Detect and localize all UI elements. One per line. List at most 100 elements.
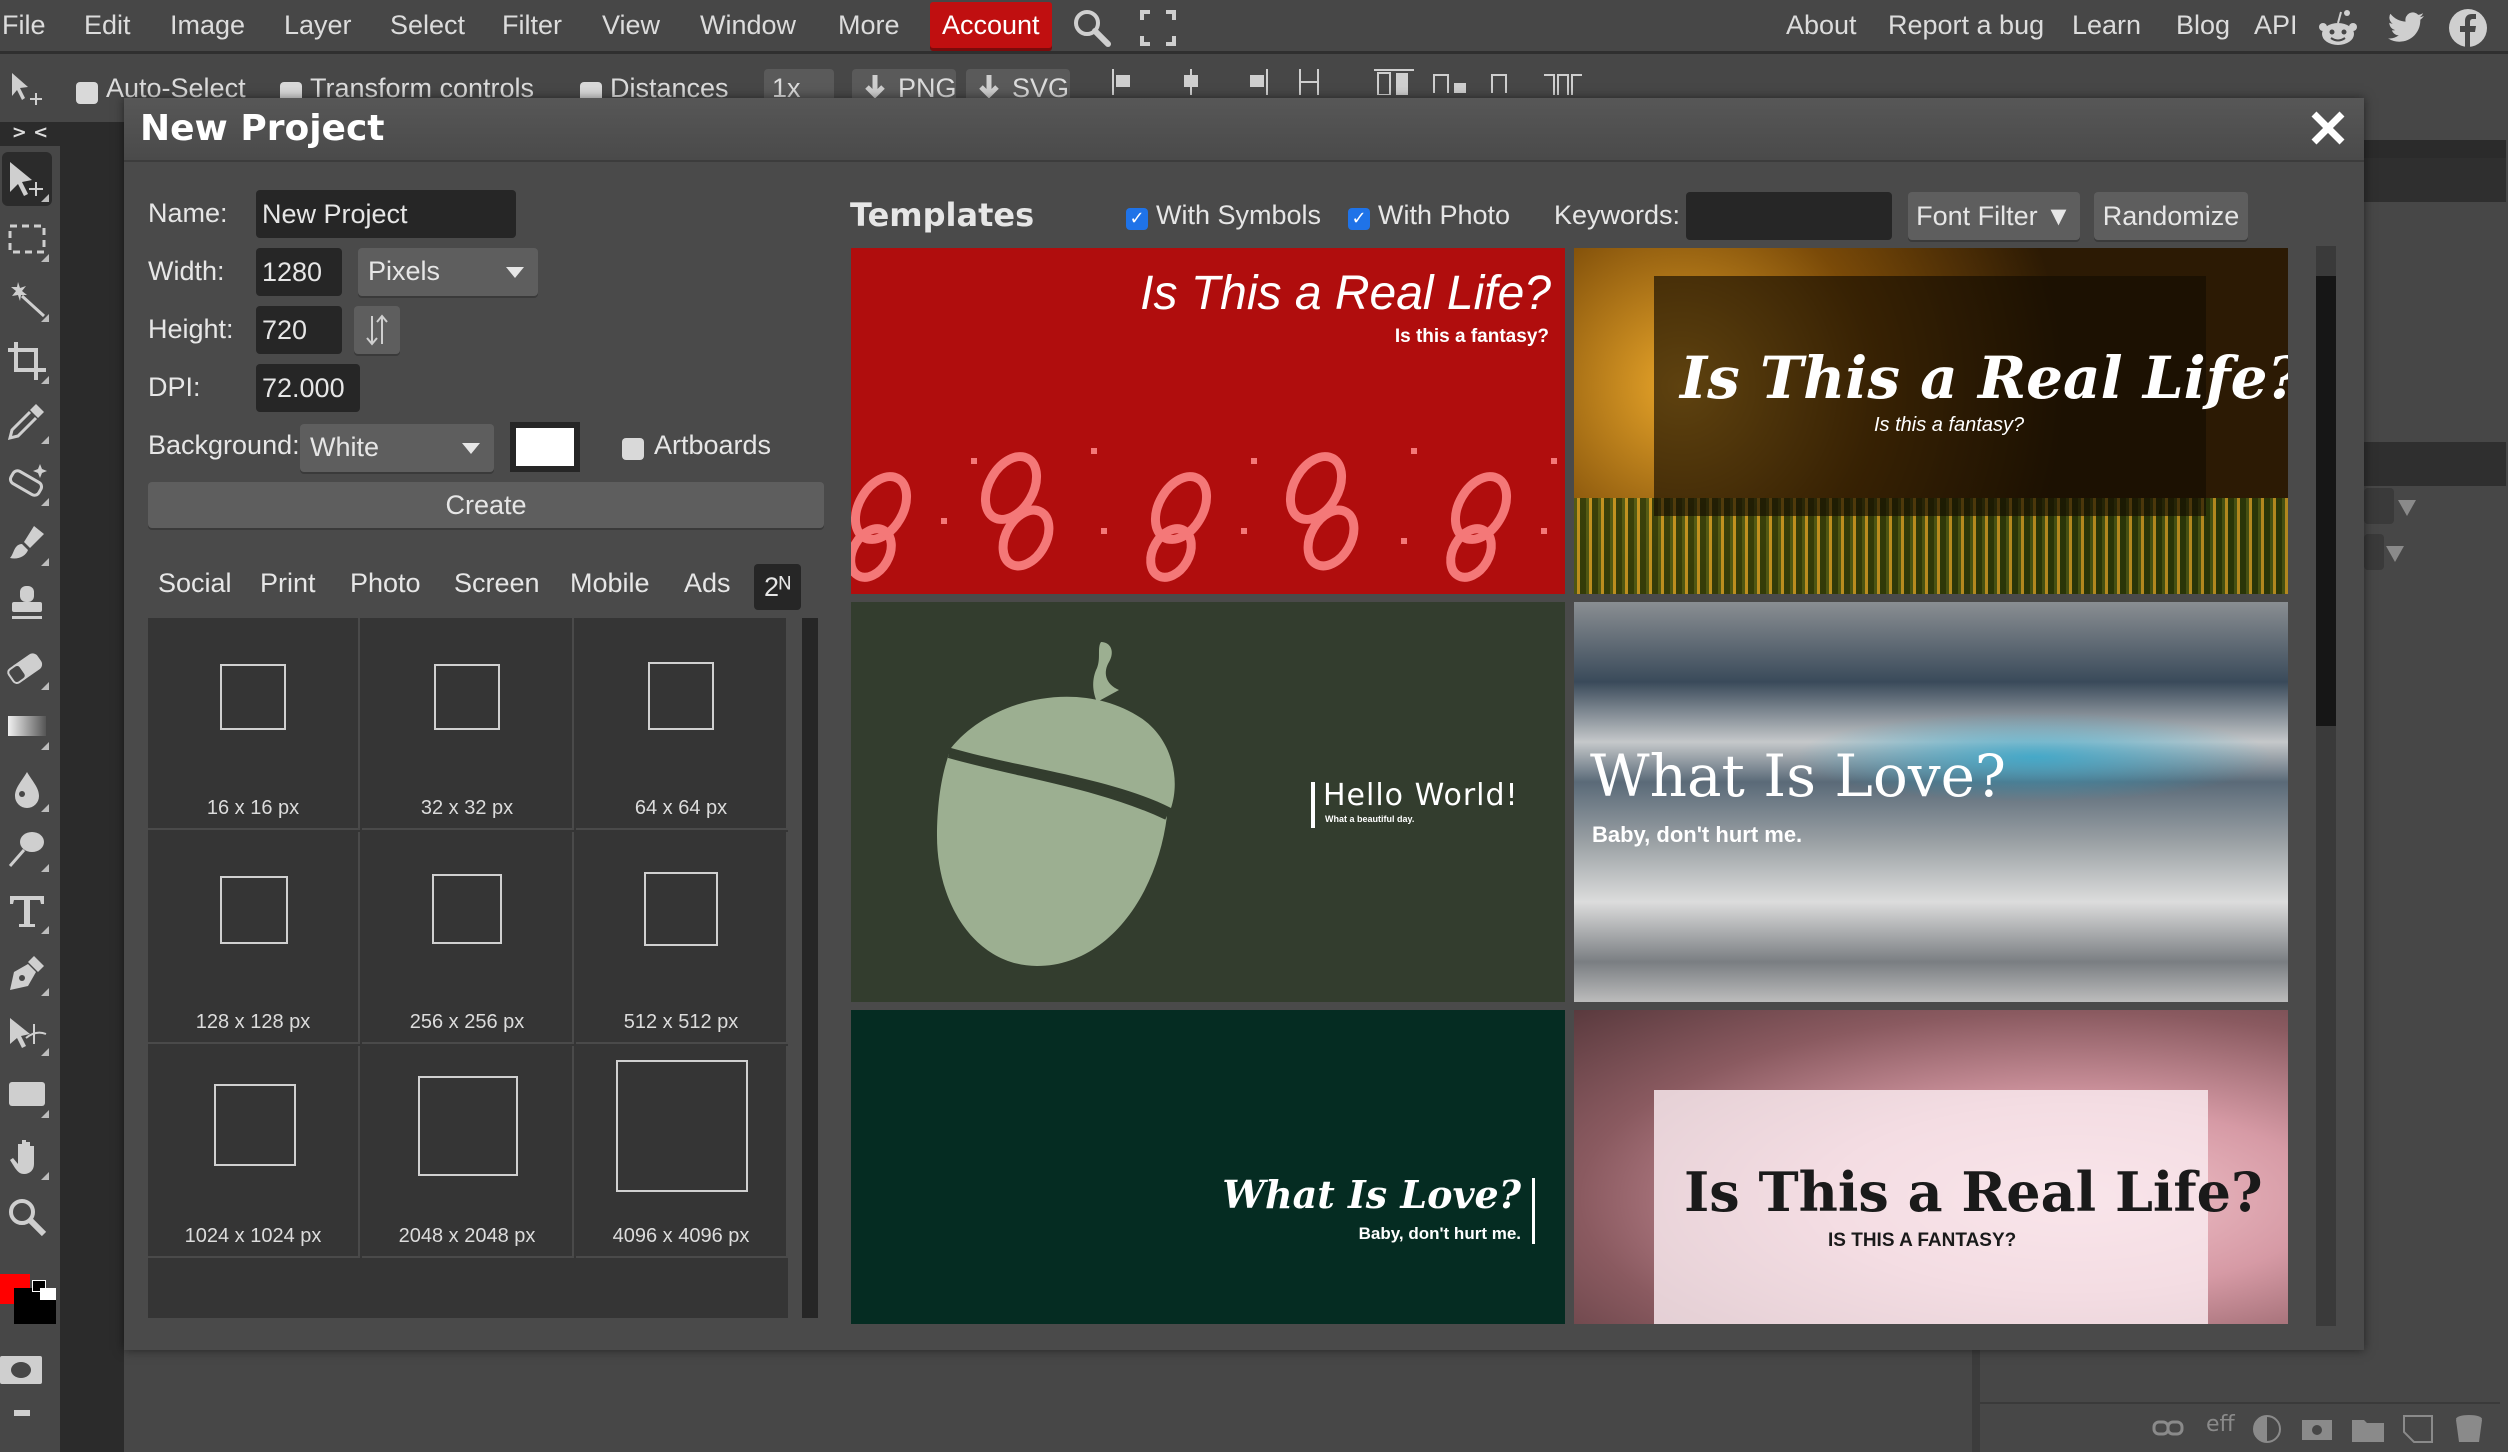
tool-crop[interactable] bbox=[2, 334, 52, 388]
fullscreen-icon[interactable] bbox=[1136, 6, 1180, 50]
template-card[interactable]: Is This a Real Life? Is this a fantasy? bbox=[851, 248, 1565, 594]
swap-dimensions-button[interactable] bbox=[354, 306, 400, 354]
preset-scrollbar[interactable] bbox=[802, 618, 818, 1318]
link-about[interactable]: About bbox=[1786, 0, 1857, 51]
search-icon[interactable] bbox=[1070, 6, 1114, 50]
preset-item[interactable]: 64 x 64 px bbox=[576, 618, 788, 830]
preset-item[interactable]: 4096 x 4096 px bbox=[576, 1046, 788, 1258]
preset-item[interactable]: 2048 x 2048 px bbox=[362, 1046, 574, 1258]
tool-eraser[interactable] bbox=[2, 640, 52, 694]
chevron-down-icon[interactable] bbox=[2398, 500, 2416, 516]
facebook-icon[interactable] bbox=[2446, 6, 2490, 50]
width-input[interactable] bbox=[256, 248, 342, 296]
font-filter-button[interactable]: Font Filter ▼ bbox=[1908, 192, 2080, 240]
preset-item[interactable]: 512 x 512 px bbox=[576, 832, 788, 1044]
preset-item[interactable]: 128 x 128 px bbox=[148, 832, 360, 1044]
screen-mode-icon[interactable] bbox=[14, 1410, 30, 1416]
tab-screen[interactable]: Screen bbox=[454, 568, 540, 599]
height-input[interactable] bbox=[256, 306, 342, 354]
dpi-input[interactable] bbox=[256, 364, 360, 412]
tool-stamp[interactable] bbox=[2, 578, 52, 632]
template-card[interactable]: What Is Love? Baby, don't hurt me. bbox=[851, 1010, 1565, 1324]
tool-sponge[interactable] bbox=[2, 822, 52, 876]
adjustment-icon[interactable] bbox=[2252, 1414, 2282, 1444]
twitter-icon[interactable] bbox=[2384, 6, 2428, 50]
align-middle-icon[interactable] bbox=[1432, 71, 1472, 95]
name-input[interactable] bbox=[256, 190, 516, 238]
tool-eyedropper[interactable] bbox=[2, 394, 52, 448]
align-bottom-icon[interactable] bbox=[1490, 71, 1524, 95]
menu-file[interactable]: File bbox=[2, 0, 46, 51]
background-color-picker[interactable] bbox=[510, 422, 580, 472]
menu-more[interactable]: More bbox=[838, 0, 900, 51]
swap-colors-icon[interactable] bbox=[40, 1288, 56, 1300]
align-right-icon[interactable] bbox=[1240, 69, 1270, 95]
tool-magic-wand[interactable] bbox=[2, 272, 52, 326]
tool-healing[interactable] bbox=[2, 456, 52, 510]
tab-print[interactable]: Print bbox=[260, 568, 316, 599]
preset-item[interactable]: 16 x 16 px bbox=[148, 618, 360, 830]
tab-power-of-two[interactable]: 2ᴺ bbox=[754, 564, 801, 610]
with-photo-checkbox[interactable]: ✓ bbox=[1348, 208, 1370, 230]
template-card[interactable]: What Is Love? Baby, don't hurt me. bbox=[1574, 602, 2288, 1002]
quick-mask-icon[interactable] bbox=[0, 1356, 42, 1384]
template-card[interactable]: Is This a Real Life? IS THIS A FANTASY? bbox=[1574, 1010, 2288, 1324]
tool-shape[interactable] bbox=[2, 1068, 52, 1122]
collapse-toggle[interactable]: > < bbox=[0, 122, 60, 146]
link-blog[interactable]: Blog bbox=[2176, 0, 2230, 51]
link-learn[interactable]: Learn bbox=[2072, 0, 2141, 51]
tab-photo[interactable]: Photo bbox=[350, 568, 421, 599]
with-symbols-checkbox[interactable]: ✓ bbox=[1126, 208, 1148, 230]
folder-icon[interactable] bbox=[2352, 1416, 2384, 1442]
distribute-horizontal-icon[interactable] bbox=[1542, 73, 1584, 95]
templates-scrollbar-thumb[interactable] bbox=[2316, 276, 2336, 726]
tool-pen[interactable] bbox=[2, 946, 52, 1000]
artboards-checkbox[interactable] bbox=[622, 438, 644, 460]
tool-text[interactable] bbox=[2, 884, 52, 938]
template-card[interactable]: Hello World! What a beautiful day. bbox=[851, 602, 1565, 1002]
menu-filter[interactable]: Filter bbox=[502, 0, 562, 51]
background-select[interactable]: White bbox=[300, 424, 494, 472]
preset-item[interactable]: 32 x 32 px bbox=[362, 618, 574, 830]
menu-edit[interactable]: Edit bbox=[84, 0, 131, 51]
auto-select-checkbox[interactable] bbox=[76, 82, 98, 104]
link-report-bug[interactable]: Report a bug bbox=[1888, 0, 2044, 51]
menu-layer[interactable]: Layer bbox=[284, 0, 352, 51]
randomize-button[interactable]: Randomize bbox=[2094, 192, 2248, 240]
tool-move[interactable] bbox=[2, 152, 52, 206]
chevron-down-icon[interactable] bbox=[2386, 546, 2404, 562]
tab-mobile[interactable]: Mobile bbox=[570, 568, 650, 599]
create-button[interactable]: Create bbox=[148, 482, 824, 528]
tool-blur[interactable] bbox=[2, 762, 52, 816]
mask-icon[interactable] bbox=[2302, 1418, 2332, 1442]
menu-view[interactable]: View bbox=[602, 0, 660, 51]
keywords-input[interactable] bbox=[1686, 192, 1892, 240]
effects-label[interactable]: eff bbox=[2206, 1412, 2235, 1442]
align-top-icon[interactable] bbox=[1374, 69, 1414, 95]
tool-rect-select[interactable] bbox=[2, 212, 52, 266]
opacity-select[interactable] bbox=[2364, 534, 2384, 570]
link-api[interactable]: API bbox=[2254, 0, 2298, 51]
blend-mode-select[interactable] bbox=[2364, 488, 2394, 524]
preset-item[interactable]: 1024 x 1024 px bbox=[148, 1046, 360, 1258]
menu-window[interactable]: Window bbox=[700, 0, 796, 51]
new-layer-icon[interactable] bbox=[2402, 1414, 2434, 1444]
menu-image[interactable]: Image bbox=[170, 0, 245, 51]
tool-brush[interactable] bbox=[2, 516, 52, 570]
align-center-icon[interactable] bbox=[1176, 69, 1206, 95]
menu-select[interactable]: Select bbox=[390, 0, 465, 51]
distribute-icon[interactable] bbox=[1296, 69, 1322, 95]
unit-select[interactable]: Pixels bbox=[358, 248, 538, 296]
reddit-icon[interactable] bbox=[2316, 6, 2360, 50]
close-icon[interactable] bbox=[2306, 106, 2350, 150]
preset-item[interactable]: 256 x 256 px bbox=[362, 832, 574, 1044]
trash-icon[interactable] bbox=[2454, 1414, 2484, 1444]
tool-gradient[interactable] bbox=[2, 700, 52, 754]
align-left-icon[interactable] bbox=[1110, 69, 1140, 95]
tool-path-select[interactable] bbox=[2, 1006, 52, 1060]
tab-social[interactable]: Social bbox=[158, 568, 232, 599]
account-button[interactable]: Account bbox=[930, 2, 1052, 48]
tool-hand[interactable] bbox=[2, 1130, 52, 1184]
link-icon[interactable] bbox=[2152, 1418, 2184, 1438]
tool-zoom[interactable] bbox=[2, 1190, 52, 1244]
